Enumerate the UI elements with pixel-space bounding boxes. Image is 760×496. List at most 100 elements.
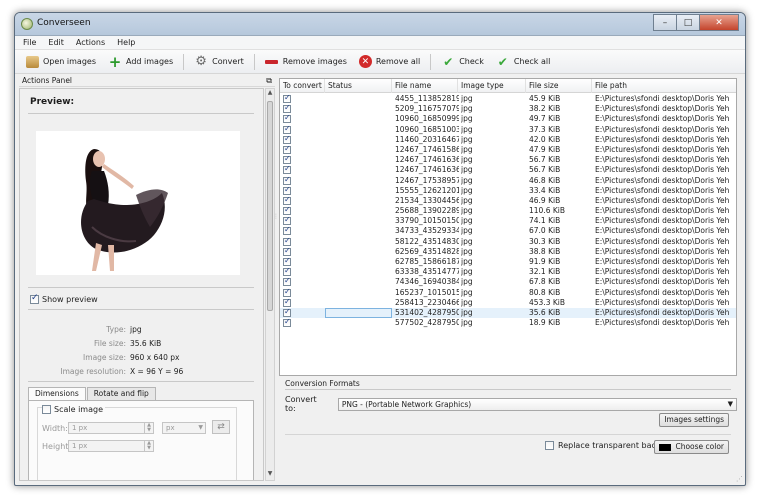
table-row[interactable]: 10960_16851003...jpg 37.3 KiB E:\Pictures\… [280,125,736,135]
row-checkbox[interactable] [283,165,291,175]
table-row[interactable]: 62785_15866187...jpg 91.9 KiB E:\Pictures\… [280,257,736,267]
width-spinbox[interactable]: 1 px ▲ ▼ [68,422,154,434]
table-row[interactable]: 21534_13304456...jpg 46.9 KiB E:\Pictures\… [280,196,736,206]
choose-color-button[interactable]: Choose color [654,440,729,454]
remove-all-button[interactable]: ✕ Remove all [357,52,422,72]
table-row[interactable]: 4455_113852819...jpg 45.9 KiB E:\Pictures\… [280,94,736,104]
title-bar[interactable]: Converseen – □ ✕ [15,13,745,36]
table-row[interactable]: 12467_17461636...jpg 56.7 KiB E:\Pictures\… [280,165,736,175]
spin-arrows-icon[interactable]: ▲ ▼ [144,441,153,451]
window-title: Converseen [37,18,91,28]
to-convert-cell [283,135,323,145]
table-row[interactable]: 531402_4287950...jpg 35.6 KiB E:\Pictures\… [280,307,736,319]
open-images-button[interactable]: Open images [23,52,98,72]
replace-transparent-checkbox[interactable] [545,441,554,450]
row-checkbox[interactable] [283,196,291,205]
row-checkbox[interactable] [283,186,291,195]
row-checkbox[interactable] [283,216,291,225]
check-button[interactable]: ✔ Check [439,52,486,72]
show-preview-checkbox[interactable] [30,293,39,304]
remove-images-button[interactable]: Remove images [263,52,349,72]
menu-help[interactable]: Help [117,38,135,47]
row-checkbox[interactable] [283,226,291,236]
table-row[interactable]: 5209_116757079...jpg 38.2 KiB E:\Pictures\… [280,104,736,114]
menu-actions[interactable]: Actions [76,38,105,47]
column-to-convert[interactable]: To convert [280,79,325,93]
row-checkbox[interactable] [283,277,291,287]
file-name-cell: 12467_17461636... [395,155,459,165]
menu-file[interactable]: File [23,38,36,47]
scroll-down-icon[interactable]: ▼ [266,470,274,480]
table-row[interactable]: 15555_12621201...jpg 33.4 KiB E:\Pictures\… [280,186,736,196]
file-table: To convert Status File name Image type F… [279,78,737,376]
table-row[interactable]: 58122_43514830...jpg 30.3 KiB E:\Pictures\… [280,237,736,247]
row-checkbox[interactable] [283,308,291,317]
table-row[interactable]: 11460_20316467...jpg 42.0 KiB E:\Pictures\… [280,135,736,145]
row-checkbox[interactable] [283,145,291,154]
table-row[interactable]: 12467_17461636...jpg 56.7 KiB E:\Pictures\… [280,155,736,165]
row-checkbox[interactable] [283,125,291,134]
table-row[interactable]: 33790_10150150...jpg 74.1 KiB E:\Pictures\… [280,216,736,226]
scale-image-checkbox[interactable] [42,405,51,414]
row-checkbox[interactable] [283,247,291,256]
maximize-button[interactable]: □ [676,14,700,31]
scale-image-toggle[interactable]: Scale image [42,405,105,414]
add-images-button[interactable]: + Add images [106,52,175,72]
file-size-cell: 67.0 KiB [529,226,561,236]
column-file-name[interactable]: File name [392,79,458,93]
row-checkbox[interactable] [283,104,291,113]
row-checkbox[interactable] [283,318,291,327]
resize-grip-icon[interactable]: ⋰ [736,475,743,483]
row-checkbox[interactable] [283,135,291,144]
table-row[interactable]: 577502_4287950...jpg 18.9 KiB E:\Pictures\… [280,318,736,328]
image-type-cell: jpg [461,297,473,307]
undock-icon[interactable]: ⧉ [266,76,272,86]
actions-panel-scrollbar[interactable]: ▲ ▼ [265,88,275,481]
row-checkbox[interactable] [283,206,291,215]
minimize-button[interactable]: – [653,14,677,31]
column-status[interactable]: Status [325,79,392,93]
info-image-size-value: 960 x 640 px [130,353,180,362]
aspect-ratio-link-button[interactable]: ⇄ [212,420,230,434]
status-cell [325,206,392,216]
unit-select[interactable]: px ▼ [162,422,206,434]
column-image-type[interactable]: Image type [458,79,526,93]
table-row[interactable]: 12467_17538957...jpg 46.8 KiB E:\Pictures\… [280,176,736,186]
row-checkbox[interactable] [283,114,291,124]
images-settings-button[interactable]: Images settings [659,413,729,427]
table-row[interactable]: 63338_43514777...jpg 32.1 KiB E:\Pictures\… [280,267,736,277]
tab-dimensions[interactable]: Dimensions [28,387,86,401]
close-button[interactable]: ✕ [699,14,739,31]
show-preview-toggle[interactable]: Show preview [30,293,98,304]
table-row[interactable]: 10960_16850999...jpg 49.7 KiB E:\Pictures\… [280,114,736,124]
table-row[interactable]: 258413_2230466...jpg 453.3 KiB E:\Pictures… [280,298,736,308]
row-checkbox[interactable] [283,155,291,164]
file-name-cell: 577502_4287950... [395,318,459,328]
status-cell [325,165,392,175]
row-checkbox[interactable] [283,257,291,266]
column-file-path[interactable]: File path [592,79,736,93]
tab-rotate-and-flip[interactable]: Rotate and flip [86,387,156,400]
table-row[interactable]: 62569_43514828...jpg 38.8 KiB E:\Pictures\… [280,247,736,257]
row-checkbox[interactable] [283,94,291,103]
table-row[interactable]: 74346_16940384...jpg 67.8 KiB E:\Pictures\… [280,277,736,287]
table-row[interactable]: 165237_1015015...jpg 80.8 KiB E:\Pictures\… [280,288,736,298]
table-row[interactable]: 25688_13902289...jpg 110.6 KiB E:\Pictures… [280,206,736,216]
scrollbar-thumb[interactable] [267,101,273,311]
convert-button[interactable]: ⚙ Convert [192,52,246,72]
table-row[interactable]: 12467_17461586...jpg 47.9 KiB E:\Pictures\… [280,145,736,155]
row-checkbox[interactable] [283,237,291,246]
height-spinbox[interactable]: 1 px ▲ ▼ [68,440,154,452]
convert-to-select[interactable]: PNG - (Portable Network Graphics) ▼ [337,397,737,411]
row-checkbox[interactable] [283,267,291,276]
row-checkbox[interactable] [283,288,291,297]
file-name-cell: 258413_2230466... [395,297,459,307]
spin-arrows-icon[interactable]: ▲ ▼ [144,423,153,433]
check-all-button[interactable]: ✔ Check all [494,52,553,72]
row-checkbox[interactable] [283,176,291,185]
menu-edit[interactable]: Edit [48,38,64,47]
table-row[interactable]: 34733_43529334...jpg 67.0 KiB E:\Pictures\… [280,226,736,236]
column-file-size[interactable]: File size [526,79,592,93]
row-checkbox[interactable] [283,298,291,307]
scroll-up-icon[interactable]: ▲ [266,89,274,99]
